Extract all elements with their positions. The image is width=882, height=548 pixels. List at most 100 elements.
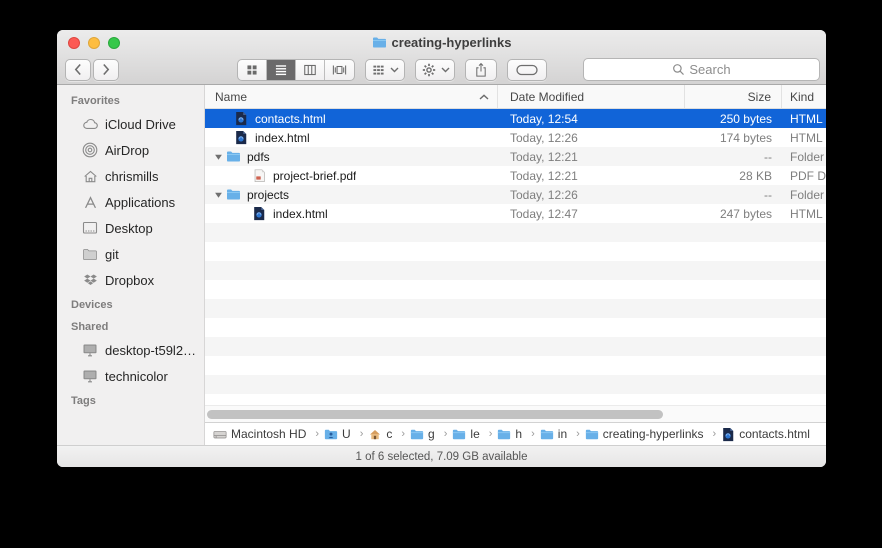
search-field[interactable]: Search <box>583 58 820 81</box>
breadcrumb-label: Macintosh HD <box>231 427 306 441</box>
table-row[interactable]: index.html Today, 12:47 247 bytes HTML <box>205 204 826 223</box>
size-cell: 247 bytes <box>685 204 782 223</box>
column-header-date-modified[interactable]: Date Modified <box>498 85 685 108</box>
breadcrumb-item[interactable]: contacts.html › <box>721 427 810 441</box>
grid-view-icon <box>245 63 259 77</box>
disclosure-triangle-icon[interactable] <box>211 191 225 199</box>
sidebar-item-git[interactable]: git <box>57 241 204 267</box>
breadcrumb-separator: › <box>713 428 717 440</box>
table-row[interactable]: pdfs Today, 12:21 -- Folder <box>205 147 826 166</box>
breadcrumb-item[interactable]: in › <box>540 427 585 441</box>
table-row[interactable]: projects Today, 12:26 -- Folder <box>205 185 826 204</box>
sidebar-item-icon <box>81 246 99 262</box>
sidebar-item-airdrop[interactable]: AirDrop <box>57 137 204 163</box>
column-header-name[interactable]: Name <box>205 85 498 108</box>
sidebar-section-label: Favorites <box>57 89 204 111</box>
sidebar-section: Devices <box>57 293 204 315</box>
breadcrumb-item[interactable]: creating-hyperlinks › <box>585 427 721 441</box>
list-view-button[interactable] <box>267 60 296 80</box>
share-icon <box>474 62 488 78</box>
file-icon <box>251 206 267 222</box>
date-modified-cell: Today, 12:54 <box>498 109 685 128</box>
sidebar-item-applications[interactable]: Applications <box>57 189 204 215</box>
action-menu-button[interactable] <box>415 59 455 81</box>
chevron-right-icon <box>102 63 110 76</box>
breadcrumb-item[interactable]: Macintosh HD › <box>213 427 324 441</box>
kind-cell: Folder <box>782 185 826 204</box>
table-row[interactable]: project-brief.pdf Today, 12:21 28 KB PDF… <box>205 166 826 185</box>
column-view-button[interactable] <box>296 60 325 80</box>
table-row[interactable]: index.html Today, 12:26 174 bytes HTML <box>205 128 826 147</box>
minimize-button[interactable] <box>88 37 100 49</box>
table-row[interactable]: contacts.html Today, 12:54 250 bytes HTM… <box>205 109 826 128</box>
group-by-button[interactable] <box>365 59 405 81</box>
breadcrumb-item[interactable]: g › <box>410 427 452 441</box>
group-by-icon <box>371 63 386 77</box>
empty-row <box>205 394 826 405</box>
search-placeholder: Search <box>689 62 730 77</box>
empty-row <box>205 280 826 299</box>
breadcrumb-item[interactable]: le › <box>452 427 497 441</box>
file-icon <box>233 111 249 127</box>
close-button[interactable] <box>68 37 80 49</box>
sidebar-item-icon <box>81 220 99 236</box>
breadcrumb-separator: › <box>576 428 580 440</box>
name-cell: index.html <box>205 204 498 223</box>
gallery-view-icon <box>331 63 348 77</box>
breadcrumb-separator: › <box>315 428 319 440</box>
sidebar-section-label: Devices <box>57 293 204 315</box>
tag-button[interactable] <box>507 59 547 81</box>
column-header-kind[interactable]: Kind <box>782 85 826 108</box>
sidebar-item-label: git <box>105 247 119 262</box>
gallery-view-button[interactable] <box>325 60 354 80</box>
name-cell: contacts.html <box>205 109 498 128</box>
date-modified-cell: Today, 12:21 <box>498 147 685 166</box>
sidebar-item-icloud-drive[interactable]: iCloud Drive <box>57 111 204 137</box>
icon-view-button[interactable] <box>238 60 267 80</box>
size-cell: 28 KB <box>685 166 782 185</box>
name-cell: projects <box>205 185 498 204</box>
sidebar-item-dropbox[interactable]: Dropbox <box>57 267 204 293</box>
file-list-pane: Name Date Modified Size Kind contacts.ht… <box>205 85 826 445</box>
breadcrumb-label: U <box>342 427 351 441</box>
name-cell: index.html <box>205 128 498 147</box>
status-bar: 1 of 6 selected, 7.09 GB available <box>57 445 826 467</box>
date-modified-cell: Today, 12:21 <box>498 166 685 185</box>
breadcrumb-separator: › <box>401 428 405 440</box>
sidebar-item-label: iCloud Drive <box>105 117 176 132</box>
sidebar-item-icon <box>81 272 99 288</box>
empty-row <box>205 261 826 280</box>
column-header-size[interactable]: Size <box>685 85 782 108</box>
sidebar-item-desktop[interactable]: Desktop <box>57 215 204 241</box>
sidebar-item-icon <box>81 368 99 384</box>
breadcrumb-separator: › <box>531 428 535 440</box>
back-button[interactable] <box>65 59 91 81</box>
sidebar-item-icon <box>81 116 99 132</box>
breadcrumb-icon <box>540 428 554 441</box>
status-text: 1 of 6 selected, 7.09 GB available <box>356 451 528 463</box>
sidebar-item-technicolor[interactable]: technicolor <box>57 363 204 389</box>
horizontal-scrollbar-thumb[interactable] <box>207 410 663 419</box>
breadcrumb-item[interactable]: c › <box>368 427 410 441</box>
list-view-icon <box>274 63 288 77</box>
file-name: pdfs <box>247 150 270 164</box>
breadcrumb-item[interactable]: h › <box>497 427 539 441</box>
name-cell: project-brief.pdf <box>205 166 498 185</box>
date-modified-cell: Today, 12:26 <box>498 128 685 147</box>
view-switcher <box>237 59 355 81</box>
sidebar-item-chrismills[interactable]: chrismills <box>57 163 204 189</box>
kind-cell: Folder <box>782 147 826 166</box>
date-modified-cell: Today, 12:26 <box>498 185 685 204</box>
sidebar-item-icon <box>81 194 99 210</box>
column-view-icon <box>303 63 317 77</box>
forward-button[interactable] <box>93 59 119 81</box>
breadcrumb-icon <box>410 428 424 441</box>
sort-ascending-icon <box>479 94 489 100</box>
zoom-button[interactable] <box>108 37 120 49</box>
toolbar: Search <box>57 55 826 84</box>
sidebar-item-desktop-t59l2-[interactable]: desktop-t59l2… <box>57 337 204 363</box>
breadcrumb-item[interactable]: U › <box>324 427 368 441</box>
disclosure-triangle-icon[interactable] <box>211 153 225 161</box>
share-button[interactable] <box>465 59 497 81</box>
sidebar-section: Tags <box>57 389 204 411</box>
